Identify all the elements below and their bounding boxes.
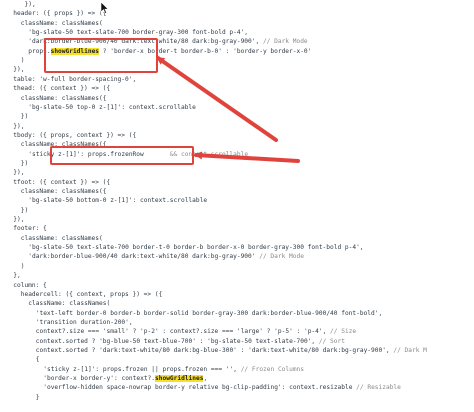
annotation-arrow-2: [194, 151, 300, 163]
annotation-arrows: [156, 56, 300, 163]
mouse-pointer-icon: [100, 2, 108, 14]
annotation-arrow-1: [156, 56, 278, 142]
